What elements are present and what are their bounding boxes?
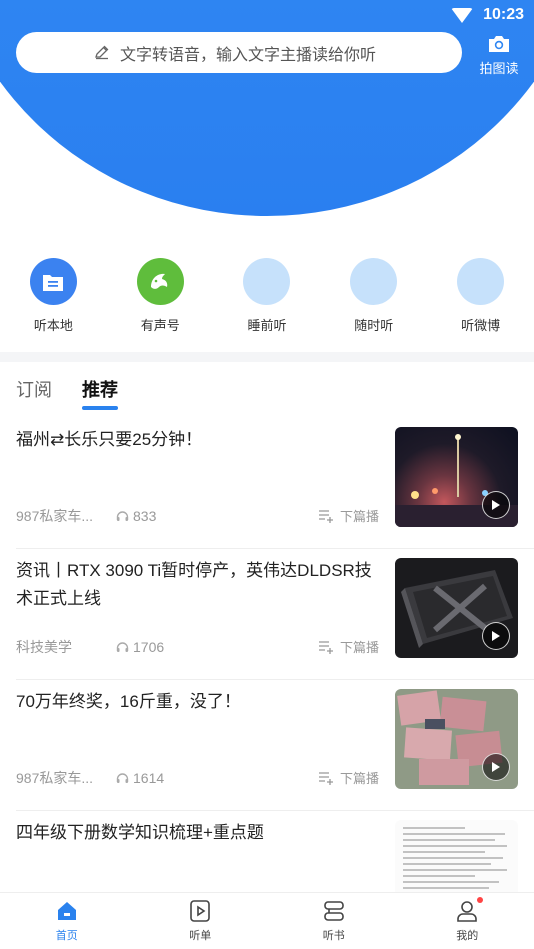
headphones-icon (116, 642, 129, 652)
list-item[interactable]: 70万年终奖，16斤重，没了！ 987私家车... 1614 下篇播 (16, 680, 534, 811)
item-source: 987私家车... (16, 770, 94, 786)
listen-count: 1706 (133, 639, 165, 655)
listen-count: 1614 (133, 770, 165, 786)
category-label: 听微博 (461, 318, 501, 333)
item-title: 福州⇄长乐只要25分钟！ (16, 430, 203, 449)
item-thumbnail[interactable] (395, 558, 518, 658)
user-icon (455, 897, 484, 923)
circle-placeholder-icon (350, 258, 398, 305)
home-icon (57, 902, 76, 920)
photo-read-button[interactable]: 拍图读 (474, 32, 524, 77)
bottom-nav: 首页 听单 听书 我的 (0, 892, 534, 949)
nav-mine[interactable]: 我的 (401, 893, 534, 949)
listen-count: 833 (133, 508, 157, 524)
dolphin-icon (136, 258, 184, 305)
nav-label: 首页 (55, 930, 78, 942)
play-square-icon (190, 900, 211, 922)
book-icon (323, 901, 344, 921)
item-title: 资讯丨RTX 3090 Ti暂时停产，英伟达DLDSR技术正式上线 (16, 561, 372, 608)
play-next-label: 下篇播 (340, 640, 380, 655)
item-listens: 833 (116, 508, 156, 524)
tab-subscribe[interactable]: 订阅 (16, 376, 52, 410)
play-icon[interactable] (482, 491, 510, 519)
nav-home[interactable]: 首页 (0, 893, 134, 949)
item-title: 四年级下册数学知识梳理+重点题 (16, 823, 264, 842)
item-meta: 科技美学 1706 (16, 637, 164, 657)
circle-placeholder-icon (243, 258, 291, 305)
search-placeholder: 文字转语音，输入文字主播读给你听 (120, 46, 377, 64)
category-label: 听本地 (33, 318, 73, 333)
feed-list: 福州⇄长乐只要25分钟！ 987私家车... 833 下篇播 资讯丨RTX 30… (0, 418, 534, 942)
play-icon[interactable] (482, 622, 510, 650)
item-listens: 1614 (116, 770, 164, 786)
headphones-icon (116, 773, 129, 783)
nav-label: 听单 (189, 930, 212, 942)
photo-read-label: 拍图读 (479, 61, 519, 76)
file-list-icon (29, 258, 77, 305)
play-next-button[interactable]: 下篇播 (318, 637, 379, 656)
tab-recommend[interactable]: 推荐 (82, 376, 118, 410)
category-audio-account[interactable]: 有声号 (107, 258, 214, 338)
category-label: 睡前听 (247, 318, 287, 333)
play-next-button[interactable]: 下篇播 (318, 506, 379, 525)
item-thumbnail[interactable] (395, 689, 518, 789)
headphones-icon (116, 511, 129, 521)
category-listen-local[interactable]: 听本地 (0, 258, 107, 338)
category-label: 随时听 (354, 318, 394, 333)
item-meta: 987私家车... 833 (16, 506, 156, 526)
nav-label: 听书 (322, 930, 345, 942)
play-next-label: 下篇播 (340, 771, 380, 786)
feed-tabs: 订阅 推荐 (16, 376, 118, 410)
search-bar[interactable]: 文字转语音，输入文字主播读给你听 (16, 32, 462, 73)
playlist-add-icon (319, 640, 333, 654)
item-title: 70万年终奖，16斤重，没了！ (16, 692, 241, 711)
playlist-add-icon (319, 771, 333, 785)
category-bedtime[interactable]: 睡前听 (214, 258, 321, 338)
nav-playlist[interactable]: 听单 (134, 893, 268, 949)
item-thumbnail[interactable] (395, 427, 518, 527)
item-meta: 987私家车... 1614 (16, 768, 164, 788)
list-item[interactable]: 资讯丨RTX 3090 Ti暂时停产，英伟达DLDSR技术正式上线 科技美学 1… (16, 549, 534, 680)
item-listens: 1706 (116, 639, 164, 655)
playlist-add-icon (319, 509, 333, 523)
item-source: 987私家车... (16, 508, 94, 524)
category-row: 听本地 有声号 睡前听 随时听 听微博 (0, 258, 534, 338)
play-next-label: 下篇播 (340, 509, 380, 524)
status-bar: 10:23 (0, 0, 534, 30)
nav-label: 我的 (456, 930, 479, 942)
category-label: 有声号 (140, 318, 180, 333)
circle-placeholder-icon (457, 258, 505, 305)
play-icon[interactable] (482, 753, 510, 781)
item-source: 科技美学 (16, 639, 72, 655)
wifi-icon (451, 7, 474, 23)
section-divider (0, 352, 534, 362)
nav-books[interactable]: 听书 (267, 893, 401, 949)
camera-icon (489, 36, 509, 52)
pencil-icon (95, 45, 109, 60)
notification-dot (477, 897, 484, 903)
play-next-button[interactable]: 下篇播 (318, 768, 379, 787)
status-time: 10:23 (483, 6, 524, 23)
category-anytime[interactable]: 随时听 (320, 258, 427, 338)
list-item[interactable]: 福州⇄长乐只要25分钟！ 987私家车... 833 下篇播 (16, 418, 534, 549)
category-weibo[interactable]: 听微博 (427, 258, 534, 338)
